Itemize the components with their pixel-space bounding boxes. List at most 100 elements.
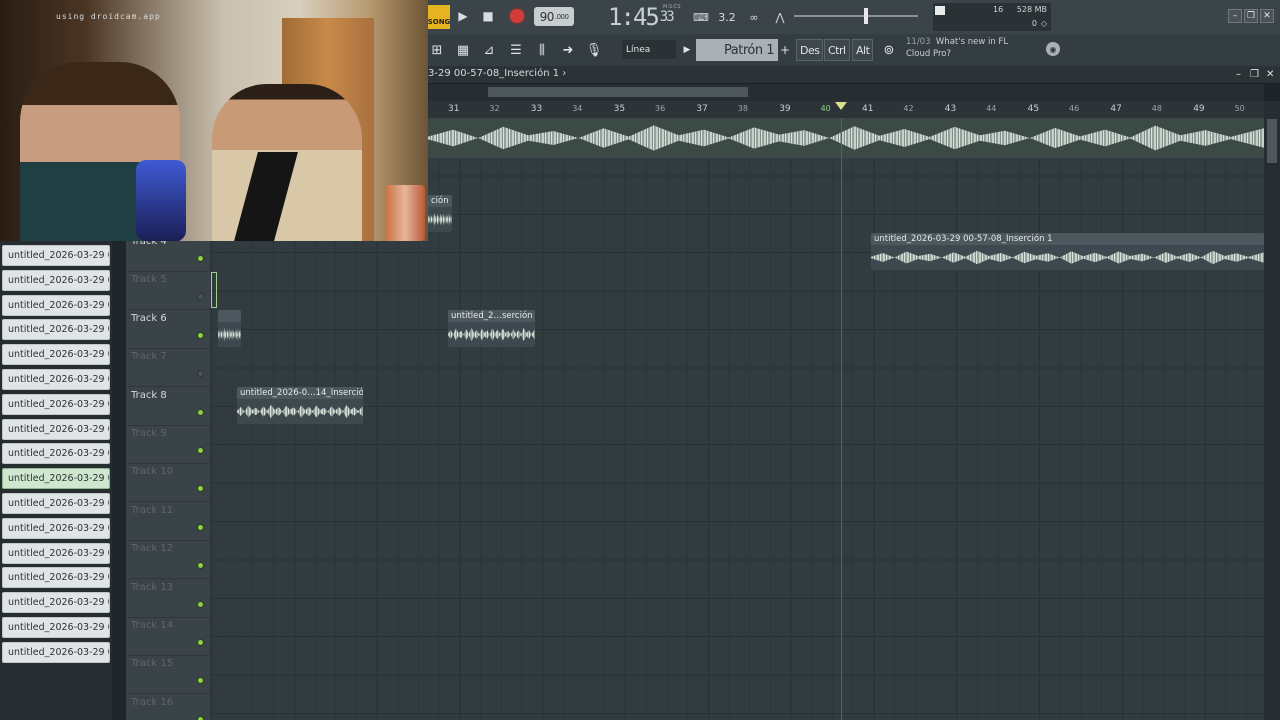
microphone-icon[interactable]: 🎙: [583, 39, 605, 61]
browser-item[interactable]: untitled_2026-03-29 01-…: [2, 418, 110, 440]
playlist-minimize-icon[interactable]: –: [1236, 69, 1241, 80]
track-mute-led-icon[interactable]: [197, 715, 204, 720]
playhead-marker-icon[interactable]: [835, 102, 847, 110]
browser-item[interactable]: untitled_2026-03-29 01-…: [2, 641, 110, 663]
track-name: Track 6: [131, 312, 167, 324]
pattern-select[interactable]: Patrón 1: [696, 39, 778, 61]
track-mute-led-icon[interactable]: [197, 255, 204, 262]
track-header[interactable]: Track 13: [126, 580, 210, 618]
browser-item[interactable]: untitled_2026-03-29 01-…: [2, 517, 110, 539]
stop-icon[interactable]: ■: [477, 6, 499, 26]
track-mute-led-icon[interactable]: [197, 331, 204, 339]
time-main: 1:45: [608, 3, 660, 31]
track-header[interactable]: Track 4: [126, 241, 210, 272]
clip-body: [448, 322, 535, 347]
add-pattern-button[interactable]: +: [778, 39, 792, 61]
track-header[interactable]: Track 12: [126, 541, 210, 580]
track-name: Track 16: [131, 696, 174, 708]
track-name: Track 10: [131, 466, 174, 478]
track-mute-led-icon[interactable]: [197, 600, 204, 608]
typing-keyboard-icon[interactable]: ⌨: [690, 7, 712, 27]
audio-clip[interactable]: untitled_2026-0…14_Inserción 1: [237, 387, 363, 424]
horizontal-scrollbar[interactable]: [428, 84, 1264, 101]
track-mute-led-icon[interactable]: [197, 639, 204, 646]
track-header[interactable]: Track 9: [126, 426, 210, 464]
browser-item[interactable]: untitled_2026-03-29 01-…: [2, 369, 110, 390]
loop-record-icon[interactable]: ∞: [743, 7, 765, 27]
track-header[interactable]: Track 14: [126, 618, 210, 656]
browser-item[interactable]: untitled_2026-03-29 01-…: [2, 443, 110, 465]
track-mute-led-icon[interactable]: [197, 447, 204, 454]
browser-item[interactable]: untitled_2026-03-29 01-…: [2, 468, 110, 490]
audio-clip[interactable]: untitled_2026-03-29 00-57-08_Inserción 1: [871, 233, 1264, 270]
close-icon[interactable]: ✕: [1260, 9, 1274, 23]
ruler-tick: 36: [655, 104, 666, 113]
track-mute-led-icon[interactable]: [197, 408, 204, 416]
browser-item[interactable]: untitled_2026-03-29 01-…: [2, 493, 110, 514]
channel-rack-arrow-icon[interactable]: ➜: [557, 39, 579, 61]
browser-item[interactable]: untitled_2026-03-29 00-…: [2, 245, 110, 266]
audio-clip[interactable]: untitled_2…serción 1: [448, 310, 535, 347]
metronome-icon[interactable]: ⋀: [769, 7, 791, 27]
playlist-icon[interactable]: ⊞: [428, 39, 446, 61]
audio-clip[interactable]: [218, 310, 241, 347]
snap-select[interactable]: Línea: [622, 40, 676, 59]
record-button[interactable]: [510, 9, 524, 23]
news-panel[interactable]: 11/03 What's new in FL Cloud Pro?: [906, 36, 1036, 64]
minimize-icon[interactable]: –: [1228, 9, 1242, 23]
track-header[interactable]: Track 6: [126, 311, 210, 349]
audio-clip-track-3[interactable]: [428, 118, 1264, 158]
track-mute-led-icon[interactable]: [197, 562, 204, 570]
clip-body: [218, 322, 241, 347]
playlist-close-icon[interactable]: ✕: [1266, 69, 1274, 80]
news-bell-icon[interactable]: ⊚: [878, 39, 900, 61]
master-volume-knob[interactable]: [864, 8, 868, 24]
browser-item[interactable]: untitled_2026-03-29 01-…: [2, 344, 110, 366]
selection-marker[interactable]: [211, 272, 217, 308]
des-button[interactable]: Des: [796, 39, 824, 61]
track-mute-led-icon[interactable]: [197, 677, 204, 685]
pattern-arrow-icon[interactable]: ▶: [680, 39, 694, 61]
track-header[interactable]: Track 16: [126, 695, 210, 720]
track-name: Track 13: [131, 581, 174, 593]
track-header[interactable]: Track 15: [126, 656, 210, 695]
track-header[interactable]: Track 8: [126, 388, 210, 426]
track-mute-led-icon[interactable]: [197, 485, 204, 493]
globe-icon[interactable]: ◉: [1046, 42, 1060, 56]
track-mute-led-icon[interactable]: [197, 293, 204, 301]
horizontal-scroll-thumb[interactable]: [488, 87, 748, 97]
track-header[interactable]: Track 7: [126, 349, 210, 388]
browser-item[interactable]: untitled_2026-03-29 01-…: [2, 592, 110, 614]
browser-item[interactable]: untitled_2026-03-29 00-…: [2, 294, 110, 316]
track-header[interactable]: Track 10: [126, 464, 210, 503]
track-mute-led-icon[interactable]: [197, 523, 204, 531]
step-sequencer-icon[interactable]: ▦: [452, 39, 474, 61]
track-mute-led-icon[interactable]: [197, 370, 204, 378]
browser-item[interactable]: untitled_2026-03-29 01-…: [2, 567, 110, 589]
track-header[interactable]: Track 11: [126, 503, 210, 541]
browser-icon[interactable]: ☰: [505, 39, 527, 61]
audio-clip[interactable]: ción 1: [428, 195, 452, 232]
countdown-icon[interactable]: 3.2: [716, 7, 738, 27]
play-icon[interactable]: ▶: [452, 6, 474, 26]
mixer-icon[interactable]: ⫼: [531, 39, 553, 61]
browser-item[interactable]: untitled_2026-03-29 01-…: [2, 617, 110, 638]
piano-roll-icon[interactable]: ⊿: [478, 39, 500, 61]
fl-studio-window: using droidcam.app SONG ▶ ■ 90.000 1:45 3…: [0, 0, 1280, 720]
master-volume-slider[interactable]: [794, 8, 918, 24]
song-mode-button[interactable]: SONG: [428, 5, 450, 29]
tempo-display[interactable]: 90.000: [534, 7, 574, 26]
alt-button[interactable]: Alt: [852, 39, 874, 61]
track-header[interactable]: Track 5: [126, 272, 210, 311]
maximize-icon[interactable]: ❐: [1244, 9, 1258, 23]
clip-body: [428, 207, 452, 232]
vertical-scroll-thumb[interactable]: [1267, 119, 1277, 163]
playlist-maximize-icon[interactable]: ❐: [1250, 69, 1259, 80]
browser-item[interactable]: untitled_2026-03-29 01-…: [2, 393, 110, 415]
vertical-scrollbar[interactable]: [1264, 101, 1280, 720]
ctrl-button[interactable]: Ctrl: [824, 39, 850, 61]
ruler-tick: 32: [489, 104, 500, 113]
browser-item[interactable]: untitled_2026-03-29 00-…: [2, 269, 110, 291]
browser-item[interactable]: untitled_2026-03-29 01-…: [2, 542, 110, 564]
browser-item[interactable]: untitled_2026-03-29 00-…: [2, 319, 110, 341]
